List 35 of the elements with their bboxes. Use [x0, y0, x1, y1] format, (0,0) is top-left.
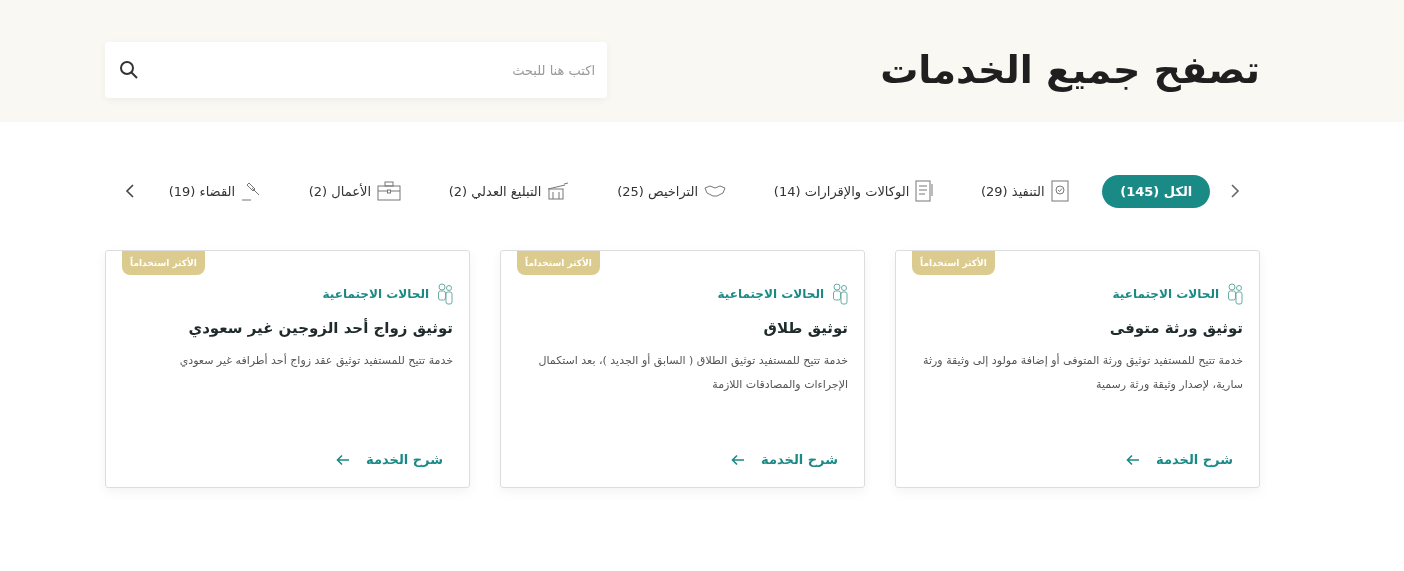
service-title: توثيق طلاق — [762, 319, 848, 337]
most-used-badge: الأكثر استخداماً — [517, 251, 600, 275]
document-seal-icon — [1050, 180, 1069, 202]
building-icon — [547, 182, 570, 200]
page-title: تصفح جميع الخدمات — [880, 48, 1260, 92]
category-label: الحالات الاجتماعية — [322, 287, 429, 301]
service-description: خدمة تتيح للمستفيد توثيق الطلاق ( السابق أو الجديد )، بعد استكمال الإجراءات والمصادقات اللازمة — [537, 352, 848, 393]
category-tab[interactable]: القضاء (19) — [154, 173, 276, 209]
most-used-badge: الأكثر استخداماً — [122, 251, 205, 275]
service-description: خدمة تتيح للمستفيد توثيق ورثة المتوفى أو إضافة مولود إلى وثيقة ورثة سارية، لإصدار وثيقة ورثة رسمية — [922, 352, 1243, 393]
service-description: خدمة تتيح للمستفيد توثيق عقد زواج أحد أطرافه غير سعودي — [178, 352, 453, 369]
service-title: توثيق ورثة متوفى — [1108, 319, 1243, 337]
document-icon — [915, 180, 934, 202]
service-details-link[interactable]: شرح الخدمة — [336, 452, 443, 467]
service-details-link[interactable]: شرح الخدمة — [1126, 452, 1233, 467]
category-tab[interactable]: الوكالات والإقرارات (14) — [759, 172, 948, 210]
briefcase-icon — [377, 181, 401, 201]
arrow-left-icon — [731, 453, 746, 466]
category-tab[interactable]: التبليغ العدلي (2) — [434, 174, 584, 208]
arrow-left-icon — [336, 453, 351, 466]
people-icon — [437, 283, 453, 305]
category-tab[interactable]: الأعمال (2) — [294, 173, 415, 209]
category-tab[interactable]: التراخيص (25) — [603, 175, 741, 207]
category-tab[interactable]: الكل (145) — [1102, 174, 1211, 208]
people-icon — [832, 283, 848, 305]
people-icon — [1227, 283, 1243, 305]
category-tab[interactable]: التنفيذ (29) — [967, 172, 1083, 210]
search-icon[interactable] — [119, 60, 139, 80]
service-title: توثيق زواج أحد الزوجين غير سعودي — [187, 319, 453, 337]
arrow-left-icon — [1126, 453, 1141, 466]
search-field[interactable]: اكتب هنا للبحث — [105, 42, 607, 98]
category-label: الحالات الاجتماعية — [717, 287, 824, 301]
category-label: الحالات الاجتماعية — [1112, 287, 1219, 301]
most-used-badge: الأكثر استخداماً — [912, 251, 995, 275]
service-details-link[interactable]: شرح الخدمة — [731, 452, 838, 467]
